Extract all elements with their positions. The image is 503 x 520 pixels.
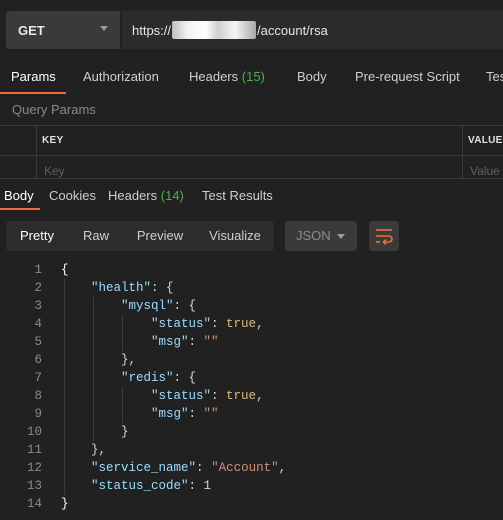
column-header-value: VALUE xyxy=(468,135,503,146)
view-visualize-button[interactable]: Visualize xyxy=(196,221,274,251)
tab-body[interactable]: Body xyxy=(297,69,327,84)
code-line: 13 "status_code": 1 xyxy=(26,479,212,493)
method-label: GET xyxy=(18,22,45,38)
code-line: 7 "redis": { xyxy=(34,371,197,385)
format-select[interactable]: JSON xyxy=(285,221,357,251)
code-line: 3 "mysql": { xyxy=(34,299,197,313)
active-tab-underline xyxy=(0,92,66,94)
active-response-tab-underline xyxy=(0,208,40,210)
redacted-host xyxy=(172,21,257,39)
code-line: 2 "health": { xyxy=(34,281,174,295)
tab-test-results[interactable]: Test Results xyxy=(202,188,273,203)
code-line: 5 "msg": "" xyxy=(34,335,219,349)
key-input[interactable]: Key xyxy=(44,164,65,178)
chevron-down-icon xyxy=(337,234,345,239)
tab-authorization[interactable]: Authorization xyxy=(83,69,159,84)
query-params-table: KEY VALUE Key Value xyxy=(0,125,503,179)
value-input[interactable]: Value xyxy=(470,164,500,178)
chevron-down-icon xyxy=(100,26,108,31)
url-input[interactable]: https:// /account/rsa xyxy=(122,11,503,49)
tab-tests[interactable]: Tes xyxy=(486,69,503,84)
code-line: 10 } xyxy=(26,425,129,439)
view-mode-toolbar: Pretty Raw Preview Visualize xyxy=(6,221,274,251)
code-line: 6 }, xyxy=(34,353,137,367)
view-preview-button[interactable]: Preview xyxy=(124,221,196,251)
format-label: JSON xyxy=(296,228,331,243)
tab-pre-request-script[interactable]: Pre-request Script xyxy=(355,69,460,84)
wrap-lines-button[interactable] xyxy=(369,221,399,251)
tab-headers[interactable]: Headers (15) xyxy=(189,69,265,84)
code-line: 8 "status": true, xyxy=(34,389,264,403)
url-suffix: /account/rsa xyxy=(257,22,328,38)
view-raw-button[interactable]: Raw xyxy=(68,221,124,251)
query-params-title: Query Params xyxy=(12,102,96,117)
code-line: 14} xyxy=(26,497,69,511)
request-tabs: Params Authorization Headers (15) Body P… xyxy=(0,60,503,94)
column-header-key: KEY xyxy=(42,135,64,146)
method-select[interactable]: GET xyxy=(6,11,120,49)
tab-cookies[interactable]: Cookies xyxy=(49,188,96,203)
response-tabs: Body Cookies Headers (14) Test Results xyxy=(0,180,503,214)
view-pretty-button[interactable]: Pretty xyxy=(6,221,68,251)
code-line: 1{ xyxy=(34,263,69,277)
url-prefix: https:// xyxy=(132,22,172,38)
code-line: 9 "msg": "" xyxy=(34,407,219,421)
tab-response-headers[interactable]: Headers (14) xyxy=(108,188,184,203)
code-line: 4 "status": true, xyxy=(34,317,264,331)
wrap-lines-icon xyxy=(376,229,393,246)
code-line: 12 "service_name": "Account", xyxy=(26,461,287,475)
tab-params[interactable]: Params xyxy=(11,69,56,84)
code-line: 11 }, xyxy=(26,443,107,457)
tab-response-body[interactable]: Body xyxy=(4,188,34,203)
